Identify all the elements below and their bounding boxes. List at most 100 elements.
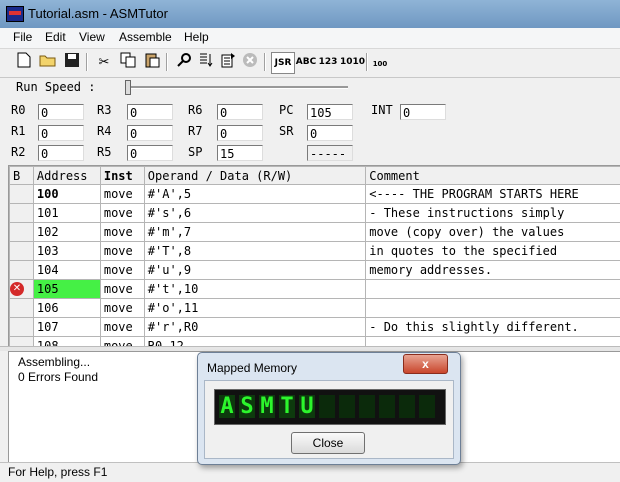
operand-cell[interactable]: #'m',7 — [144, 223, 365, 242]
toolbar: ✂ JSR ABC 123 1010 100 — [0, 49, 620, 78]
table-row[interactable]: 101 move #'s',6 - These instructions sim… — [10, 204, 620, 223]
operand-cell[interactable]: #'A',5 — [144, 185, 365, 204]
close-button[interactable]: Close — [291, 432, 365, 454]
address-cell[interactable]: 101 — [33, 204, 100, 223]
menu-file[interactable]: File — [10, 30, 35, 44]
inst-cell[interactable]: move — [100, 242, 144, 261]
reg-r1-field[interactable]: 0 — [38, 125, 84, 141]
find-icon[interactable] — [174, 52, 194, 72]
breakpoint-cell[interactable] — [10, 299, 34, 318]
breakpoint-cell[interactable] — [10, 223, 34, 242]
col-header-inst[interactable]: Inst — [100, 167, 144, 185]
operand-cell[interactable]: #'t',10 — [144, 280, 365, 299]
breakpoint-cell[interactable]: ✕ — [10, 280, 34, 299]
dialog-close-x-button[interactable]: x — [403, 354, 448, 374]
inst-cell[interactable]: move — [100, 318, 144, 337]
reg-r2-field[interactable]: 0 — [38, 145, 84, 161]
breakpoint-cell[interactable] — [10, 318, 34, 337]
stop-icon[interactable] — [240, 52, 260, 72]
menu-view[interactable]: View — [76, 30, 108, 44]
address-cell[interactable]: 104 — [33, 261, 100, 280]
reg-label-int: INT — [371, 103, 393, 117]
table-row[interactable]: 103 move #'T',8 in quotes to the specifi… — [10, 242, 620, 261]
inst-cell[interactable]: move — [100, 261, 144, 280]
comment-cell[interactable]: in quotes to the specified — [366, 242, 620, 261]
table-row[interactable]: 106 move #'o',11 — [10, 299, 620, 318]
reg-sp-field[interactable]: 15 — [217, 145, 263, 161]
inst-cell[interactable]: move — [100, 223, 144, 242]
lcd-char: S — [239, 395, 255, 418]
reg-r3-field[interactable]: 0 — [127, 104, 173, 120]
reg-label-r0: R0 — [11, 103, 25, 117]
address-cell[interactable]: 100 — [33, 185, 100, 204]
comment-cell[interactable]: move (copy over) the values — [366, 223, 620, 242]
operand-cell[interactable]: #'s',6 — [144, 204, 365, 223]
table-row[interactable]: 107 move #'r',R0 - Do this slightly diff… — [10, 318, 620, 337]
operand-cell[interactable]: #'r',R0 — [144, 318, 365, 337]
memory-100-button[interactable]: 100 — [372, 52, 388, 72]
reg-label-r4: R4 — [97, 124, 111, 138]
run-list-icon[interactable] — [218, 52, 238, 72]
breakpoint-cell[interactable] — [10, 261, 34, 280]
run-speed-slider-track[interactable] — [126, 86, 348, 89]
col-header-b[interactable]: B — [10, 167, 34, 185]
reg-r6-field[interactable]: 0 — [217, 104, 263, 120]
operand-cell[interactable]: #'u',9 — [144, 261, 365, 280]
operand-cell[interactable]: #'T',8 — [144, 242, 365, 261]
reg-sr-field[interactable]: 0 — [307, 125, 353, 141]
col-header-operand[interactable]: Operand / Data (R/W) — [144, 167, 365, 185]
address-cell-current[interactable]: 105 — [33, 280, 100, 299]
window-title: Tutorial.asm - ASMTutor — [28, 6, 168, 21]
reg-pc-field[interactable]: 105 — [307, 104, 353, 120]
inst-cell[interactable]: move — [100, 299, 144, 318]
step-down-icon[interactable] — [196, 52, 216, 72]
table-row[interactable]: 100 move #'A',5 <---- THE PROGRAM STARTS… — [10, 185, 620, 204]
save-icon[interactable] — [62, 52, 82, 72]
col-header-comment[interactable]: Comment — [366, 167, 620, 185]
breakpoint-icon[interactable]: ✕ — [10, 282, 24, 296]
lcd-char: U — [299, 395, 315, 418]
menu-bar: File Edit View Assemble Help — [0, 28, 620, 49]
comment-cell[interactable]: <---- THE PROGRAM STARTS HERE — [366, 185, 620, 204]
menu-assemble[interactable]: Assemble — [116, 30, 175, 44]
inst-cell[interactable]: move — [100, 280, 144, 299]
address-cell[interactable]: 107 — [33, 318, 100, 337]
breakpoint-cell[interactable] — [10, 242, 34, 261]
menu-edit[interactable]: Edit — [42, 30, 69, 44]
reg-r0-field[interactable]: 0 — [38, 104, 84, 120]
jsr-toggle[interactable]: JSR — [271, 52, 295, 74]
address-cell[interactable]: 106 — [33, 299, 100, 318]
comment-cell[interactable] — [366, 280, 620, 299]
reg-label-r5: R5 — [97, 145, 111, 159]
breakpoint-cell[interactable] — [10, 185, 34, 204]
col-header-address[interactable]: Address — [33, 167, 100, 185]
menu-help[interactable]: Help — [181, 30, 212, 44]
comment-cell[interactable]: - These instructions simply — [366, 204, 620, 223]
comment-cell[interactable]: - Do this slightly different. — [366, 318, 620, 337]
comment-cell[interactable] — [366, 299, 620, 318]
reg-int-field[interactable]: 0 — [400, 104, 446, 120]
comment-cell[interactable]: memory addresses. — [366, 261, 620, 280]
copy-icon[interactable] — [118, 52, 138, 72]
reg-r7-field[interactable]: 0 — [217, 125, 263, 141]
reg-r4-field[interactable]: 0 — [127, 125, 173, 141]
inst-cell[interactable]: move — [100, 185, 144, 204]
inst-cell[interactable]: move — [100, 204, 144, 223]
abc-toggle[interactable]: ABC — [295, 52, 317, 72]
table-row-current[interactable]: ✕ 105 move #'t',10 — [10, 280, 620, 299]
address-cell[interactable]: 103 — [33, 242, 100, 261]
breakpoint-cell[interactable] — [10, 204, 34, 223]
open-folder-icon[interactable] — [38, 52, 58, 72]
operand-cell[interactable]: #'o',11 — [144, 299, 365, 318]
run-speed-slider-thumb[interactable] — [125, 80, 131, 95]
app-icon[interactable] — [6, 6, 24, 22]
table-row[interactable]: 104 move #'u',9 memory addresses. — [10, 261, 620, 280]
table-row[interactable]: 102 move #'m',7 move (copy over) the val… — [10, 223, 620, 242]
reg-r5-field[interactable]: 0 — [127, 145, 173, 161]
binary-toggle[interactable]: 1010 — [340, 52, 362, 72]
decimal-toggle[interactable]: 123 — [318, 52, 338, 72]
cut-icon[interactable]: ✂ — [94, 52, 114, 72]
address-cell[interactable]: 102 — [33, 223, 100, 242]
paste-icon[interactable] — [142, 52, 162, 72]
new-file-icon[interactable] — [14, 52, 34, 72]
